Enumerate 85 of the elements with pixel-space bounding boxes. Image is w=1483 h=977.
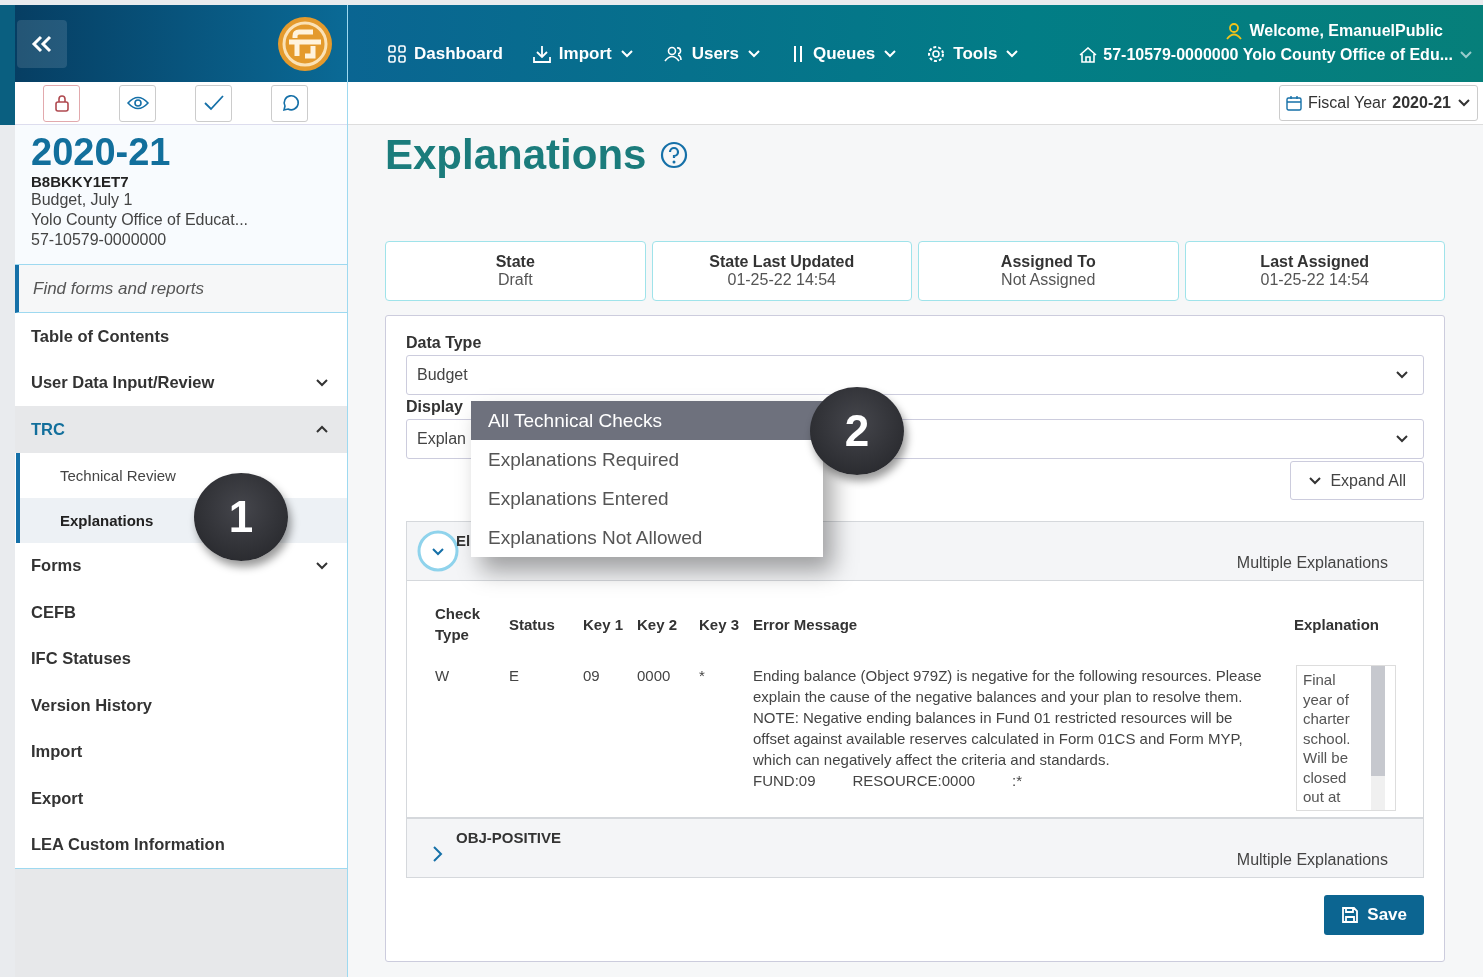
error-message: Ending balance (Object 979Z) is negative for the following resources. Please explain the cause of the negative balances and your plan to resolve them. NOTE: Negative ending balances in Fund 01 restricted resources will be offset against available reserves calculated in Form 01CS and Form MYP, which can negatively affect the criteria and standards.: [753, 666, 1263, 770]
check-button[interactable]: [195, 84, 232, 122]
gear-icon: [927, 45, 946, 63]
comment-button[interactable]: [271, 84, 308, 122]
help-icon[interactable]: [660, 141, 689, 169]
eye-icon: [126, 95, 149, 111]
caret-icon: [1308, 475, 1323, 486]
sidebar-item[interactable]: Import: [15, 728, 347, 775]
caret-icon: [1395, 370, 1409, 380]
section-title: OBJ-POSITIVE: [456, 829, 562, 846]
status-value: Not Assigned: [1001, 271, 1096, 289]
nav-menu-button[interactable]: Import: [532, 44, 634, 64]
sidebar-item[interactable]: LEA Custom Information: [15, 821, 347, 868]
user-icon: [1225, 22, 1244, 40]
view-button[interactable]: [119, 84, 156, 122]
column-header: Key 2: [637, 614, 678, 635]
caret-icon: [1459, 50, 1473, 60]
status-label: Assigned To: [1000, 253, 1096, 271]
sidebar-item[interactable]: CEFB: [15, 589, 347, 636]
table-cell: E: [509, 665, 583, 811]
table-cell: *: [699, 665, 753, 811]
section-title: El: [456, 532, 471, 549]
sidebar-item[interactable]: User Data Input/Review: [15, 359, 347, 406]
section-note: Multiple Explanations: [1236, 554, 1388, 572]
column-header: Error Message: [753, 614, 858, 635]
download-icon: [532, 45, 551, 63]
status-label: State: [495, 253, 535, 271]
table-cell-text: W: [435, 666, 451, 686]
error-field: FUND:09: [753, 770, 816, 791]
collapse-circle-icon[interactable]: [417, 530, 459, 572]
sidebar-item[interactable]: Version History: [15, 682, 347, 729]
status-label: State Last Updated: [709, 253, 855, 271]
error-field: RESOURCE:0000: [852, 770, 976, 791]
status-label: Last Assigned: [1260, 253, 1370, 271]
table-cell: 0000: [637, 665, 699, 811]
calendar-icon: [1286, 95, 1302, 111]
status-value: 01-25-22 14:54: [727, 271, 836, 289]
status-value: 01-25-22 14:54: [1260, 271, 1369, 289]
column-header: Key 3: [699, 614, 740, 635]
nav-menu-button[interactable]: Queues: [790, 44, 898, 64]
data-type-select[interactable]: Budget: [406, 355, 1424, 395]
welcome-text[interactable]: Welcome, EmanuelPublic: [1225, 22, 1443, 40]
submission-code: B8BKKY1ET7: [31, 173, 130, 190]
status-value: Draft: [497, 271, 533, 289]
column-header: Key 1: [583, 614, 624, 635]
users-icon: [663, 46, 684, 62]
logo-icon: [277, 15, 333, 72]
nav-menu-button[interactable]: Dashboard: [388, 44, 503, 64]
explanation-field[interactable]: Final year of charter school. Will be closed out at: [1296, 665, 1396, 811]
table-cell: 09: [583, 665, 637, 811]
dropdown-option[interactable]: Explanations Entered: [471, 479, 823, 518]
column-header: Check Type: [435, 604, 482, 645]
sidebar-item[interactable]: Export: [15, 775, 347, 822]
search-input[interactable]: Find forms and reports: [19, 278, 347, 299]
collapse-button[interactable]: [17, 19, 67, 68]
search-field[interactable]: Find forms and reports: [15, 265, 347, 313]
submission-detail: Budget, July 1: [31, 190, 134, 210]
caret-icon: [1457, 98, 1471, 108]
fiscal-year-selector[interactable]: Fiscal Year 2020-21: [1279, 85, 1478, 121]
page-title: Explanations: [385, 131, 647, 179]
sidebar-item[interactable]: IFC Statuses: [15, 635, 347, 682]
home-icon: [1079, 47, 1098, 63]
column-header: Explanation: [1294, 614, 1379, 635]
submission-detail: 57-10579-0000000: [31, 230, 168, 250]
lock-button[interactable]: [43, 84, 80, 122]
grid-icon: [388, 45, 406, 63]
dropdown-option[interactable]: All Technical Checks: [471, 401, 823, 440]
field-label: Display: [406, 398, 464, 416]
error-field: :*: [1012, 770, 1023, 791]
section-header[interactable]: OBJ-POSITIVE Multiple Explanations: [407, 819, 1423, 877]
field-label: Data Type: [406, 334, 483, 352]
save-button[interactable]: Save: [1324, 895, 1424, 935]
double-chevron-icon: [31, 34, 53, 53]
fiscal-year-heading: 2020-21: [31, 131, 172, 173]
checkmark-icon: [202, 94, 225, 112]
sidebar-item[interactable]: TRC: [15, 406, 347, 453]
expand-all-button[interactable]: Expand All: [1290, 461, 1424, 500]
nav-menu-button[interactable]: Tools: [927, 44, 1020, 64]
caret-icon: [1395, 434, 1409, 444]
organization-selector[interactable]: 57-10579-0000000 Yolo County Office of Edu...: [1079, 46, 1473, 64]
sidebar-item[interactable]: Table of Contents: [15, 313, 347, 360]
section-note: Multiple Explanations: [1236, 851, 1388, 869]
column-header: Status: [509, 614, 554, 635]
submission-detail: Yolo County Office of Educat...: [31, 210, 250, 230]
nav-menu-button[interactable]: Users: [663, 44, 761, 64]
